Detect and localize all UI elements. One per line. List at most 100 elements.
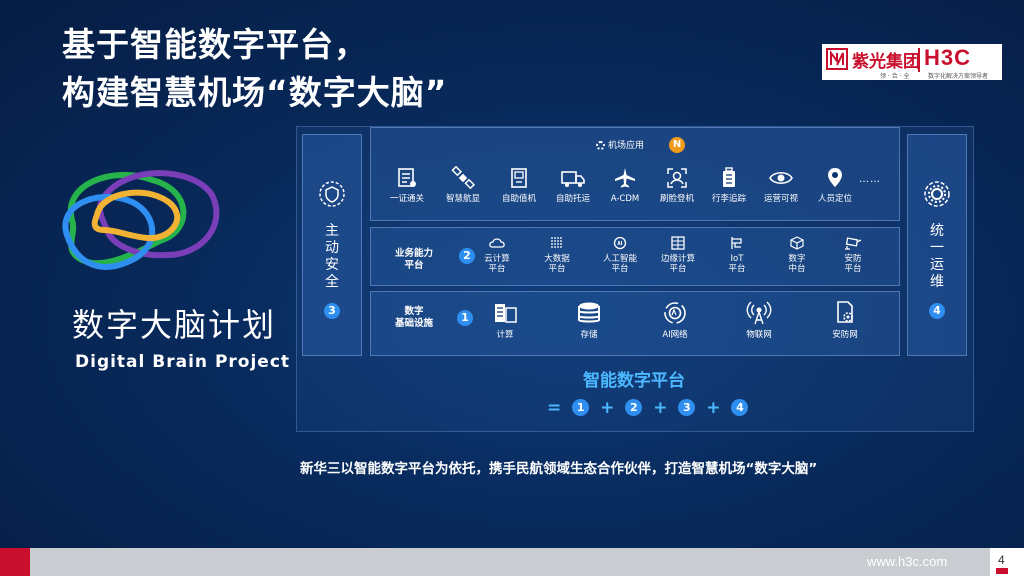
infra-item: 物联网 (739, 300, 779, 340)
digital-brain-icon (62, 170, 220, 270)
app-layer-badge: N (669, 137, 685, 153)
biz-item-line2: 平台 (488, 264, 506, 274)
footer-red-block (0, 548, 30, 576)
formula-number-1: 1 (572, 399, 590, 416)
biz-item: 人工智能 平台 (597, 236, 643, 274)
app-item-label: 人员定位 (817, 194, 852, 204)
brain-project-title-en: Digital Brain Project (75, 352, 291, 372)
app-item-label: 刷脸登机 (659, 194, 694, 204)
app-item: 运营可视 (757, 166, 805, 204)
biz-item-line2: 平台 (669, 264, 687, 274)
id-card-icon (398, 168, 416, 187)
infra-item: 存储 (569, 300, 609, 340)
slide-title-line1: 基于智能数字平台， (62, 25, 368, 64)
app-item: 刷脸登机 (653, 166, 701, 204)
infra-item: AI网络 (655, 300, 695, 340)
biz-layer-number: 2 (459, 248, 475, 264)
truck-icon (561, 171, 585, 187)
app-item-label: 自助托运 (555, 194, 590, 204)
infra-item-label: AI网络 (662, 330, 688, 340)
biz-item-line1: 边缘计算 (660, 254, 695, 264)
formula-plus: + (706, 398, 721, 418)
active-security-label: 主动安全 (325, 223, 339, 290)
shield-network-icon (319, 181, 345, 207)
biz-item: 安防 平台 (833, 236, 873, 274)
biz-item-line2: 平台 (844, 264, 862, 274)
app-item-label: 运营可视 (763, 194, 798, 204)
infra-layer-label-line2: 基础设施 (394, 318, 433, 329)
satellite-icon (451, 166, 475, 190)
biz-item-line1: 安防 (844, 254, 862, 264)
platform-title: 智能数字平台 (583, 371, 685, 391)
footer-bar (30, 548, 990, 576)
storage-icon (578, 302, 600, 323)
logo-slogan-left: 领 · 合 · 全 (880, 73, 910, 80)
biz-item-line1: 数字 (788, 254, 806, 264)
biz-layer-label: 业务能力 平台 (385, 248, 443, 272)
formula-plus: + (653, 398, 668, 418)
app-item: A-CDM (601, 166, 649, 204)
infra-layer-number: 1 (457, 310, 473, 326)
biz-item-line2: 平台 (611, 264, 629, 274)
biz-item-line2: 平台 (548, 264, 566, 274)
app-item: 人员定位 (811, 166, 859, 204)
active-security-column: 主动安全 3 (302, 134, 362, 356)
security-network-icon (837, 301, 853, 323)
server-icon (495, 304, 517, 323)
ai-network-icon (664, 302, 686, 324)
kiosk-icon (511, 168, 527, 188)
h3c-logo: 紫光集团 H3C 领 · 合 · 全 数字化解决方案领导者 (822, 44, 1002, 80)
footer-red-tick (996, 568, 1008, 574)
app-item: 智慧航显 (439, 166, 487, 204)
app-item-label: 行李追踪 (711, 194, 746, 204)
biz-item-line1: IoT (730, 254, 744, 264)
platform-formula: = 1 + 2 + 3 + 4 (545, 398, 751, 418)
airplane-icon (615, 168, 635, 188)
big-data-icon (551, 237, 563, 248)
gear-icon (596, 141, 605, 150)
iot-icon (731, 237, 742, 249)
active-security-number: 3 (324, 303, 340, 319)
formula-number-3: 3 (678, 399, 696, 416)
infra-layer-label-line1: 数字 (404, 306, 424, 317)
cube-icon (790, 236, 804, 250)
biz-item: 数字 中台 (777, 236, 817, 274)
formula-plus: + (600, 398, 615, 418)
face-scan-icon (667, 168, 687, 188)
business-capability-layer: 业务能力 平台 2 云计算 平台 大数据 平台 人工智能 平台 边缘计算 平台 IoT 平… (370, 227, 900, 286)
biz-item-line1: 大数据 (544, 254, 570, 264)
formula-number-4: 4 (731, 399, 749, 416)
app-item: 自助值机 (495, 166, 543, 204)
biz-item: 边缘计算 平台 (655, 236, 701, 274)
biz-item: 大数据 平台 (537, 236, 577, 274)
infra-item: 计算 (485, 300, 525, 340)
infra-item: 安防网 (825, 300, 865, 340)
formula-number-2: 2 (625, 399, 643, 416)
edge-compute-icon (671, 236, 685, 250)
infra-layer-label: 数字 基础设施 (385, 306, 443, 330)
slide-caption: 新华三以智能数字平台为依托，携手民航领域生态合作伙伴，打造智慧机场“数字大脑” (300, 461, 818, 477)
logo-brand: H3C (924, 45, 972, 70)
cloud-compute-icon (489, 238, 505, 248)
formula-equals: = (547, 398, 562, 418)
footer-url[interactable]: www.h3c.com (867, 554, 947, 569)
digital-infrastructure-layer: 数字 基础设施 1 计算 存储 AI网络 物联网 安防网 (370, 291, 900, 356)
slide-title-line2: 构建智慧机场“数字大脑” (62, 73, 448, 112)
infra-item-label: 存储 (580, 330, 598, 340)
biz-layer-label-line2: 平台 (404, 260, 424, 271)
more-apps-ellipsis: …… (859, 174, 881, 185)
unisplendour-mark-icon (826, 48, 848, 70)
app-item: 自助托运 (549, 166, 597, 204)
biz-item: IoT 平台 (717, 236, 757, 274)
app-item: 一证通关 (383, 166, 431, 204)
biz-layer-label-line1: 业务能力 (394, 248, 433, 259)
app-item-label: 智慧航显 (445, 194, 480, 204)
brain-project-title-cn: 数字大脑计划 (72, 306, 277, 344)
antenna-icon (746, 301, 772, 325)
app-item-label: A-CDM (610, 194, 640, 204)
logo-group-name: 紫光集团 (852, 52, 920, 72)
biz-item-line1: 云计算 (484, 254, 510, 264)
gear-cycle-icon (924, 181, 950, 207)
app-item: 行李追踪 (705, 166, 753, 204)
infra-item-label: 安防网 (832, 330, 858, 340)
